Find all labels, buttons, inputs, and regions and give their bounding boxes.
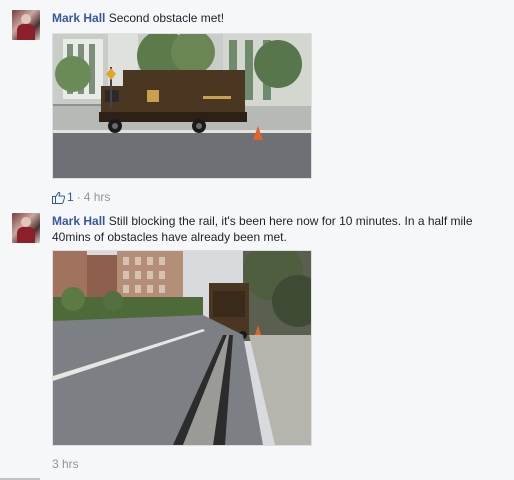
like-count: 1 [67, 190, 74, 204]
author-avatar[interactable] [12, 213, 40, 243]
meta-separator: · [76, 190, 81, 204]
author-name-link[interactable]: Mark Hall [52, 214, 105, 228]
comment-2: Mark Hall Still blocking the rail, it's … [12, 213, 502, 473]
comment-text: Still blocking the rail, it's been here … [52, 214, 473, 244]
thumbs-up-outline-icon [52, 191, 65, 204]
comment-photo[interactable] [52, 250, 312, 446]
comment-1: Mark Hall Second obstacle met! 1 · 4 hrs [12, 10, 502, 210]
comment-text-block: Mark Hall Still blocking the rail, it's … [52, 213, 492, 245]
author-avatar[interactable] [12, 10, 40, 40]
author-name-link[interactable]: Mark Hall [52, 11, 105, 25]
comment-text: Second obstacle met! [108, 11, 225, 25]
comment-text-block: Mark Hall Second obstacle met! [52, 10, 492, 26]
comment-meta: 3 hrs [52, 457, 79, 471]
comment-photo[interactable] [52, 33, 312, 179]
comment-meta: 1 · 4 hrs [52, 190, 110, 204]
comment-timestamp[interactable]: 4 hrs [84, 190, 111, 204]
like-count-link[interactable]: 1 [52, 190, 74, 204]
comment-timestamp[interactable]: 3 hrs [52, 457, 79, 471]
